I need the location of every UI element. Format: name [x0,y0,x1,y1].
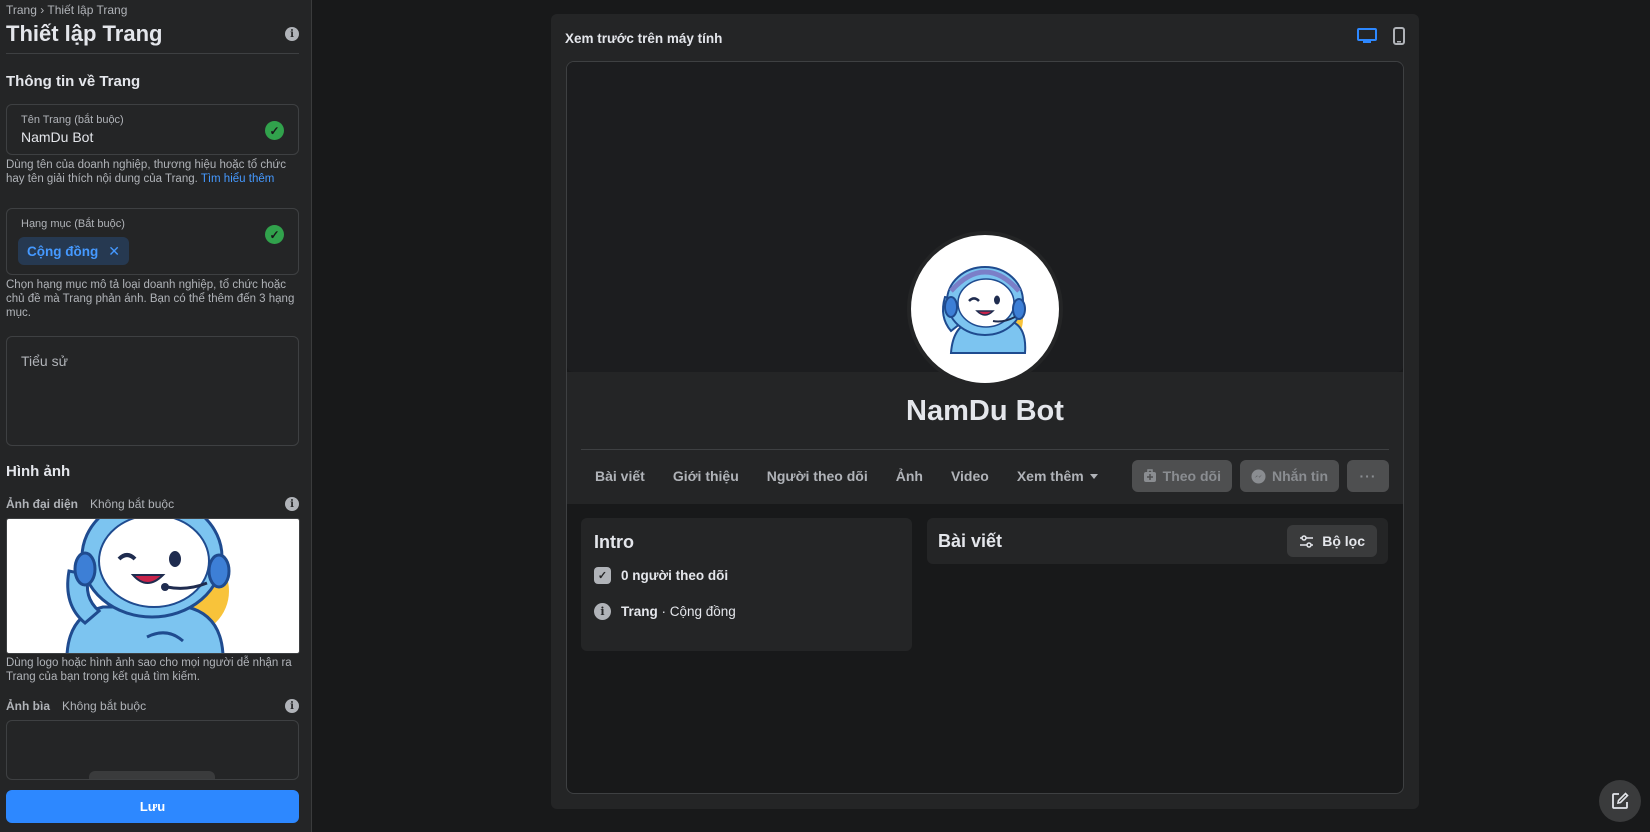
robot-avatar-image [942,266,1027,354]
save-bar: Lưu [0,782,311,832]
category-help: Chọn hạng mục mô tả loại doanh nghiệp, t… [6,279,295,319]
avatar-label: Ảnh đại diện [6,497,78,511]
check-icon: ✓ [265,225,284,244]
category-field[interactable]: Hạng mục (Bắt buộc) Cộng đồng ✕ ✓ [6,208,299,275]
save-button[interactable]: Lưu [6,790,299,823]
page-name-input[interactable]: NamDu Bot [21,129,284,145]
bio-textarea[interactable]: Tiểu sử [6,336,299,446]
tab-more-label: Xem thêm [1016,468,1084,484]
compose-button[interactable] [1599,780,1641,822]
page-actions: Theo dõi Nhắn tin ··· [1131,460,1389,492]
tab-photos[interactable]: Ảnh [882,468,937,484]
breadcrumb: Trang › Thiết lập Trang [6,3,305,17]
learn-more-link[interactable]: Tìm hiểu thêm [201,173,275,185]
info-icon[interactable]: i [285,27,299,41]
desktop-icon[interactable] [1357,27,1377,49]
posts-card: Bài viết Bộ lọc [927,518,1388,564]
images-section-title: Hình ảnh [6,463,71,480]
tab-followers[interactable]: Người theo dõi [753,468,882,484]
profile-avatar [907,231,1063,387]
tab-posts[interactable]: Bài viết [581,468,659,484]
check-icon: ✓ [265,121,284,140]
breadcrumb-separator: › [36,3,48,17]
info-icon[interactable]: i [285,497,299,511]
divider [581,449,1389,450]
page-name-help: Dùng tên của doanh nghiệp, thương hiệu h… [6,158,299,186]
breadcrumb-root[interactable]: Trang [6,3,37,17]
tab-video[interactable]: Video [937,468,1003,484]
filter-button[interactable]: Bộ lọc [1287,525,1377,557]
follow-icon [1143,469,1156,482]
followers-row: ✓ 0 người theo dõi [594,567,899,584]
page-type-row: i Trang · Cộng đồng [594,603,899,620]
follow-check-icon: ✓ [594,567,611,584]
messenger-icon [1251,469,1266,483]
cover-optional: Không bắt buộc [62,699,147,713]
page-name-label: Tên Trang (bắt buộc) [21,114,124,126]
posts-title: Bài viết [938,530,1003,551]
bio-placeholder: Tiểu sử [21,353,68,369]
page-tabs: Bài viết Giới thiệu Người theo dõi Ảnh V… [581,460,1112,492]
page-setup-panel: Trang › Thiết lập Trang Thiết lập Trang … [0,0,312,832]
tab-more[interactable]: Xem thêm [1003,468,1112,484]
caret-down-icon [1089,473,1098,479]
intro-card: Intro ✓ 0 người theo dõi i Trang · Cộng … [581,518,912,651]
page-info-section-title: Thông tin về Trang [6,73,141,90]
mobile-icon[interactable] [1393,26,1405,50]
cover-label: Ảnh bìa [6,699,50,713]
avatar-help: Dùng logo hoặc hình ảnh sao cho mọi ngườ… [6,657,292,683]
page-type-category: · Cộng đồng [657,604,736,619]
follow-button-label: Theo dõi [1162,468,1221,484]
page-type-label: Trang [621,604,658,619]
avatar-optional: Không bắt buộc [90,497,175,511]
page-name-preview: NamDu Bot [906,395,1064,427]
compose-icon [1612,792,1629,809]
avatar-upload[interactable] [6,518,300,654]
message-button[interactable]: Nhắn tin [1240,460,1339,492]
preview-title: Xem trước trên máy tính [565,30,723,46]
category-label: Hạng mục (Bắt buộc) [21,218,125,230]
desktop-preview: Xem trước trên máy tính NamDu Bot Bài vi… [551,14,1419,809]
follow-button[interactable]: Theo dõi [1131,460,1232,492]
close-icon[interactable]: ✕ [108,243,120,260]
tab-about[interactable]: Giới thiệu [659,468,753,484]
info-icon: i [594,603,611,620]
cover-upload-button[interactable] [89,771,215,779]
avatar-row: Ảnh đại diện Không bắt buộc i [6,497,299,511]
info-icon[interactable]: i [285,699,299,713]
intro-title: Intro [594,532,634,552]
message-button-label: Nhắn tin [1272,468,1328,484]
more-options-button[interactable]: ··· [1347,460,1389,492]
filter-icon [1300,534,1314,548]
category-chip-label: Cộng đồng [27,243,99,259]
page-name-field[interactable]: Tên Trang (bắt buộc) NamDu Bot ✓ [6,104,299,155]
robot-avatar-image [65,519,231,653]
filter-button-label: Bộ lọc [1322,533,1365,549]
cover-row: Ảnh bìa Không bắt buộc i [6,699,299,713]
followers-count: 0 người theo dõi [621,568,729,583]
page-title: Thiết lập Trang [6,21,163,46]
cover-upload[interactable] [6,720,299,780]
category-chip: Cộng đồng ✕ [18,237,129,265]
breadcrumb-current: Thiết lập Trang [47,3,128,17]
preview-frame: NamDu Bot Bài viết Giới thiệu Người theo… [566,61,1404,794]
